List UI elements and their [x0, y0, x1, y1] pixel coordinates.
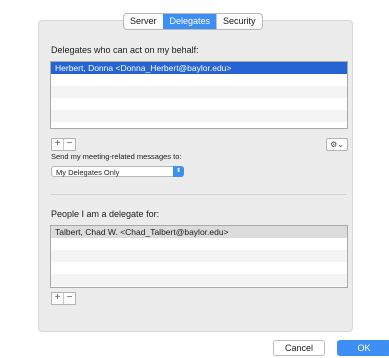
list-item — [51, 250, 347, 262]
chevron-updown-icon: ⬍ — [173, 166, 184, 177]
list-item — [51, 98, 347, 110]
list-item — [51, 86, 347, 98]
section-divider — [51, 194, 347, 195]
list-item — [51, 274, 347, 286]
tab-security[interactable]: Security — [216, 14, 262, 29]
tab-delegates[interactable]: Delegates — [162, 14, 217, 29]
cancel-button[interactable]: Cancel — [273, 340, 325, 356]
meeting-messages-select[interactable]: My Delegates Only ⬍ — [51, 166, 184, 177]
list-item[interactable]: Talbert, Chad W. <Chad_Talbert@baylor.ed… — [51, 226, 347, 238]
delegates-list[interactable]: Herbert, Donna <Donna_Herbert@baylor.edu… — [50, 61, 348, 129]
delegates-add-remove: + − — [51, 138, 76, 151]
tab-bar: Server Delegates Security — [123, 13, 263, 30]
list-item[interactable]: Herbert, Donna <Donna_Herbert@baylor.edu… — [51, 62, 347, 74]
delegate-for-add-remove: + − — [51, 292, 76, 305]
delegates-heading: Delegates who can act on my behalf: — [51, 45, 199, 55]
list-item — [51, 238, 347, 250]
remove-delegate-for-button[interactable]: − — [63, 293, 75, 304]
tab-server[interactable]: Server — [124, 14, 163, 29]
list-item — [51, 74, 347, 86]
add-delegate-button[interactable]: + — [52, 139, 63, 150]
list-item — [51, 262, 347, 274]
meeting-messages-label: Send my meeting-related messages to: — [51, 152, 182, 161]
ok-button[interactable]: OK — [337, 340, 389, 356]
delegate-for-heading: People I am a delegate for: — [51, 209, 160, 219]
gear-icon[interactable]: ⚙⌄ — [326, 138, 348, 151]
meeting-messages-value: My Delegates Only — [56, 168, 120, 177]
list-item — [51, 110, 347, 122]
remove-delegate-button[interactable]: − — [63, 139, 75, 150]
add-delegate-for-button[interactable]: + — [52, 293, 63, 304]
delegate-for-list[interactable]: Talbert, Chad W. <Chad_Talbert@baylor.ed… — [50, 225, 348, 288]
